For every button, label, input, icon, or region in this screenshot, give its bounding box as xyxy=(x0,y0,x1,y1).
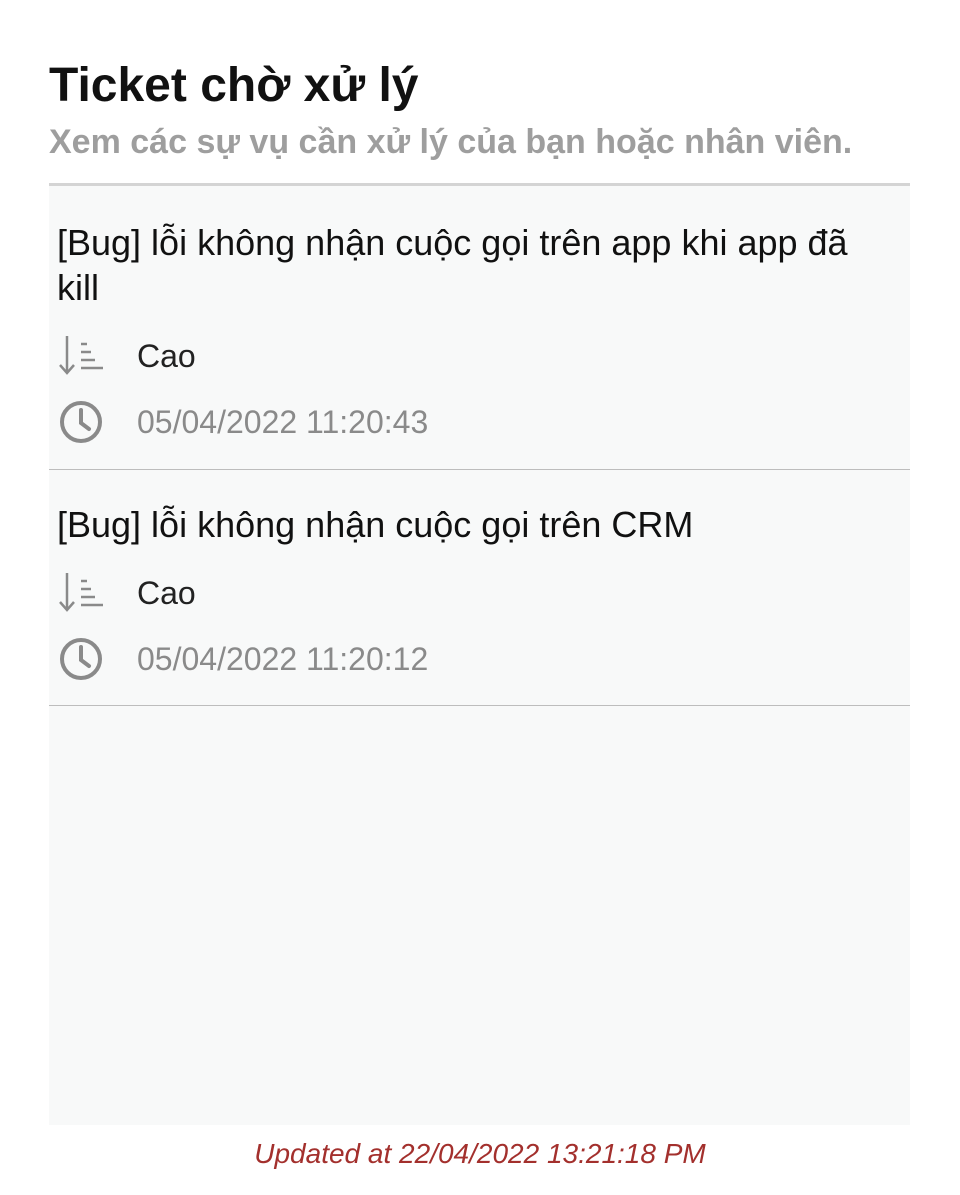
ticket-datetime: 05/04/2022 11:20:43 xyxy=(137,403,429,440)
ticket-list: [Bug] lỗi không nhận cuộc gọi trên app k… xyxy=(49,183,910,1125)
ticket-title: [Bug] lỗi không nhận cuộc gọi trên app k… xyxy=(57,222,848,308)
sort-descending-icon xyxy=(57,569,105,617)
ticket-priority-row: Cao xyxy=(57,336,910,376)
ticket-priority: Cao xyxy=(137,337,196,374)
clock-icon xyxy=(57,635,105,683)
header: Ticket chờ xử lý Xem các sự vụ cần xử lý… xyxy=(49,56,910,164)
sort-descending-icon xyxy=(57,332,105,380)
page-title: Ticket chờ xử lý xyxy=(49,59,419,112)
ticket-item[interactable]: [Bug] lỗi không nhận cuộc gọi trên CRM C… xyxy=(49,470,910,706)
ticket-item[interactable]: [Bug] lỗi không nhận cuộc gọi trên app k… xyxy=(49,186,910,470)
ticket-priority: Cao xyxy=(137,574,196,611)
ticket-datetime-row: 05/04/2022 11:20:43 xyxy=(57,401,910,443)
clock-icon xyxy=(57,398,105,446)
ticket-title: [Bug] lỗi không nhận cuộc gọi trên CRM xyxy=(57,504,694,545)
ticket-priority-row: Cao xyxy=(57,573,910,613)
page-subtitle: Xem các sự vụ cần xử lý của bạn hoặc nhâ… xyxy=(49,123,853,161)
ticket-datetime: 05/04/2022 11:20:12 xyxy=(137,640,429,677)
ticket-datetime-row: 05/04/2022 11:20:12 xyxy=(57,638,910,680)
updated-timestamp: Updated at 22/04/2022 13:21:18 PM xyxy=(254,1138,706,1169)
